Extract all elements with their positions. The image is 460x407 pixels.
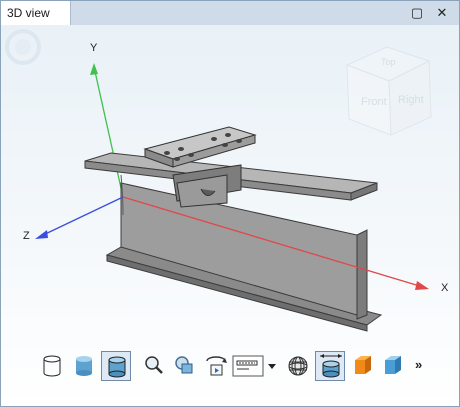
blue-box-button[interactable] <box>377 351 407 381</box>
tab-3d-view[interactable]: 3D view <box>1 1 71 25</box>
blue-box-icon <box>385 356 401 374</box>
zoom-extents-icon <box>175 356 193 374</box>
view-cube-top-label: Top <box>381 57 396 67</box>
view-cube-right-label: Right <box>398 94 424 106</box>
maximize-icon[interactable]: ▢ <box>408 4 426 22</box>
zoom-button[interactable] <box>139 351 169 381</box>
view-toolbar: » <box>37 347 437 385</box>
orange-box-icon <box>355 356 371 374</box>
shaded-edges-view-button[interactable] <box>101 351 131 381</box>
mesh-sphere-icon <box>288 356 308 376</box>
x-axis-label: X <box>441 282 449 294</box>
shaded-cylinder-icon <box>76 356 92 376</box>
orange-box-button[interactable] <box>347 351 377 381</box>
y-axis-label: Y <box>90 42 98 54</box>
close-icon[interactable]: ✕ <box>433 4 451 22</box>
dimensions-button[interactable] <box>315 351 345 381</box>
i-beam-model[interactable] <box>84 126 383 332</box>
z-axis <box>35 196 124 239</box>
shaded-view-button[interactable] <box>69 351 99 381</box>
more-tools-button[interactable]: » <box>415 357 422 372</box>
dimension-cylinder-icon <box>320 354 342 378</box>
title-bar: 3D view ▢ ✕ <box>1 1 459 25</box>
mesh-view-button[interactable] <box>283 351 313 381</box>
app-logo-icon <box>5 29 41 65</box>
view-cube[interactable]: Front Right Top <box>345 46 432 136</box>
3d-view-window: 3D view ▢ ✕ Front Right Top Y X Z » <box>0 0 460 407</box>
shaded-edges-cylinder-icon <box>108 356 126 378</box>
rotate-button[interactable] <box>201 351 231 381</box>
zoom-extents-button[interactable] <box>169 351 199 381</box>
z-axis-label: Z <box>23 230 30 242</box>
magnifier-icon <box>145 356 163 374</box>
y-axis <box>90 63 124 198</box>
wireframe-cylinder-icon <box>43 355 61 377</box>
3d-viewport[interactable]: Front Right Top Y X Z » <box>1 25 459 406</box>
view-cube-front-label: Front <box>361 96 387 108</box>
display-options-icon <box>232 355 276 377</box>
wireframe-view-button[interactable] <box>37 351 67 381</box>
rotate-icon <box>206 356 227 376</box>
display-options-dropdown[interactable] <box>231 351 279 381</box>
